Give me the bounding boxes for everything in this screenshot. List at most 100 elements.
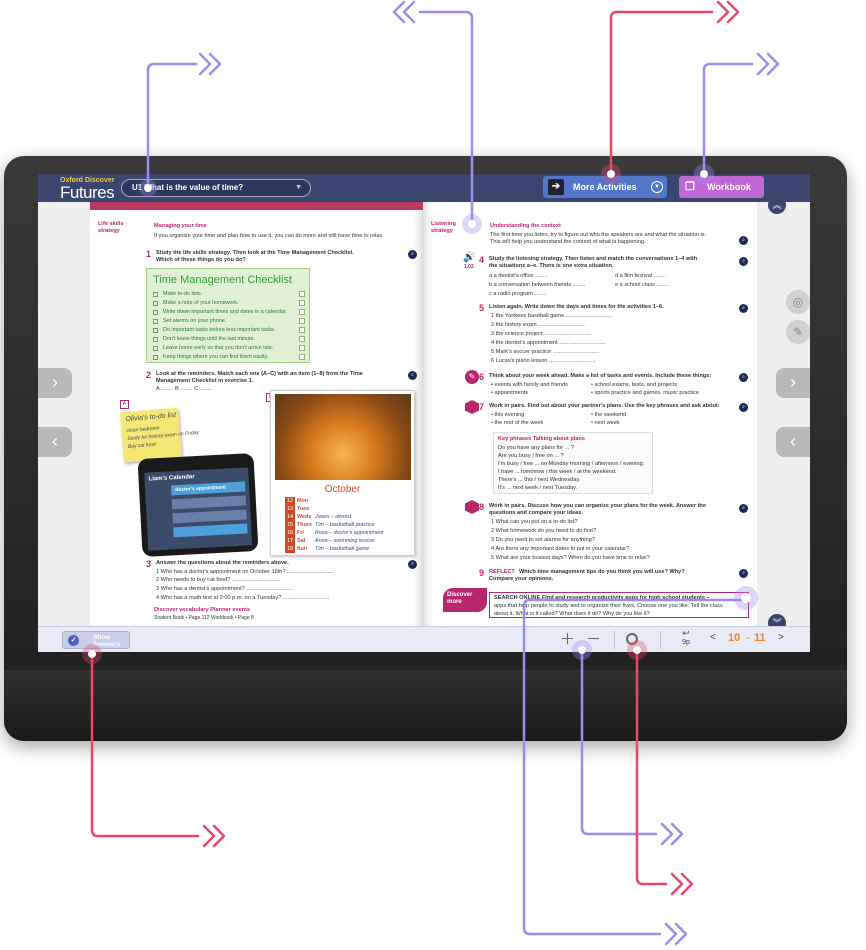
discover-vocabulary[interactable]: Discover vocabulary Planner events [154,607,250,614]
hexagon-icon [465,400,479,414]
exercise-instruction: Listen again. Write down the days and ti… [489,304,664,310]
target-icon[interactable]: ◎ [786,290,810,314]
calendar-image: October 12 Mon 13 Tues 14 Weds Jason – denti… [270,390,415,556]
calendar-row: 18 Sun Tim – basketball game [285,545,370,553]
exercise-instruction: Study the life skills strategy. Then loo… [156,250,354,256]
checklist-checkbox[interactable] [299,327,305,333]
hexagon-icon [465,500,479,514]
calendar-row: 15 Thurs Tim – basketball practice [285,521,375,529]
zoom-in-button[interactable]: ＋ [560,631,575,649]
exercise-number: 7 [479,402,485,412]
key-phrases-title: Key phrases Talking about plans [498,436,585,442]
audio-track: 1.02 [464,264,474,270]
next-page-button[interactable]: > [778,632,784,643]
phone-event: doctor's appointment [170,481,246,496]
audio-icon[interactable]: 🔊 [463,253,475,263]
checklist-checkbox[interactable] [299,309,305,315]
app-screen: Oxford Discover Futures U1 What is the v… [38,174,810,652]
exercise-number: 5 [479,303,485,313]
magnifier-icon[interactable]: ⌕ [408,250,417,259]
magnifier-icon[interactable]: ⌕ [408,560,417,569]
magnifier-icon[interactable]: ⌕ [739,304,748,313]
magnifier-icon[interactable]: ⌕ [739,569,748,578]
magnifier-icon[interactable]: ⌕ [739,403,748,412]
question-line: 4 Are there any important dates to put i… [491,546,630,552]
previous-page-button[interactable]: < [710,632,716,643]
bullet-line: • the weekend [591,412,627,418]
checklist-checkbox[interactable] [299,336,305,342]
activity-line: 1 the Yankees baseball game ............… [491,313,613,319]
go-to-page-button[interactable]: ↩ 9p [678,629,694,647]
exercise-instruction: Work in pairs. Find out about your partn… [489,403,720,409]
checklist-bullet [153,337,158,342]
zoom-out-button[interactable]: － [586,631,601,649]
checklist-checkbox[interactable] [299,300,305,306]
phone-screen: Liam's Calendar doctor's appointment [144,467,253,551]
answer-blanks[interactable]: A ........ B ........ C ........ [156,386,212,393]
workbook-button[interactable]: ❐ Workbook [679,176,764,198]
reflect-label: REFLECT [489,569,515,575]
discover-more-badge[interactable]: Discover more [443,588,487,612]
question-line: 1 Who has a doctor's appointment on Octo… [156,569,334,575]
bottom-bar: ✓ Show Answers ＋ － ↩ 9p < 10 - 11 > [38,626,810,652]
show-answers-label: Answers [93,641,121,648]
unit-title: U1 What is the value of time? [132,183,244,192]
exercise-number: 6 [479,372,485,382]
phone-event-bar [172,509,247,524]
checklist-checkbox[interactable] [299,345,305,351]
phone-calendar-title: Liam's Calendar [148,474,195,483]
magnifier-icon[interactable]: ⌕ [739,236,748,245]
magnifier-icon[interactable]: ⌕ [739,504,748,513]
right-page: Listening strategy Understanding the con… [423,202,757,626]
checklist-checkbox[interactable] [299,318,305,324]
exercise-number: 1 [146,249,152,259]
tag-a: A [120,400,129,409]
strategy-title: Managing your time [154,223,207,229]
key-phrase: Do you have any plans for ... ? [498,445,574,451]
strategy-title: Understanding the context [490,223,561,229]
discover-more-label: more [447,599,462,605]
sticky-note: Olivia's to-do list clean bedroom Study … [119,407,199,463]
arrow-left-icon[interactable]: ‹ [38,427,72,457]
checklist-checkbox[interactable] [299,354,305,360]
exercise-instruction: Study the listening strategy. Then liste… [489,256,698,262]
caret-down-icon: ▼ [295,184,302,191]
separator [614,631,615,649]
checklist-item: Do important tasks before less important… [163,327,276,333]
calendar-row: 12 Mon [285,497,309,505]
exercise-number: 9 [479,568,485,578]
magnifier-icon[interactable] [626,633,638,645]
bullet-line: • this evening [491,412,525,418]
arrow-right-icon[interactable]: › [776,368,810,398]
magnifier-icon[interactable]: ⌕ [739,257,748,266]
chevron-down-icon: ▼ [651,181,663,193]
arrow-right-icon[interactable]: › [38,368,72,398]
strategy-label: strategy [431,228,453,234]
option-line: e a school class ........ [615,282,669,288]
show-answers-button[interactable]: ✓ Show Answers [62,631,130,649]
bullet-line: • sports practice and games, music pract… [591,390,699,396]
bullet-line: • the rest of the week [491,420,544,426]
more-activities-button[interactable]: ➔ More Activities ▼ [543,176,667,198]
calendar-row: 14 Weds Jason – dentist [285,513,352,521]
exercise-instruction: Which of these things do you do? [156,257,246,263]
exercise-number: 3 [146,559,152,569]
pen-icon[interactable]: ✎ [786,320,810,344]
exercise-instruction: Which time management tips do you think … [519,569,685,575]
unit-dropdown[interactable]: U1 What is the value of time? ▼ [121,179,311,197]
exercise-instruction: Look at the reminders. Match each one (A… [156,371,363,377]
magnifier-icon[interactable]: ⌕ [408,371,417,380]
checklist-item: Don't leave things until the last minute… [163,336,256,342]
checklist-bullet [153,310,158,315]
checklist-item: Set alarms on your phone. [163,318,227,324]
show-answers-label: Show [93,634,111,641]
activity-line: 4 the dentist's appointment ............… [491,340,606,346]
checklist-bullet [153,328,158,333]
go-to-page-label: 9p [682,639,690,646]
checklist-bullet [153,301,158,306]
chevron-up-icon[interactable]: ︽ [768,196,786,214]
magnifier-icon[interactable]: ⌕ [739,373,748,382]
arrow-left-icon[interactable]: ‹ [776,427,810,457]
checklist-checkbox[interactable] [299,291,305,297]
checklist-item: Make a note of your homework. [163,300,239,306]
